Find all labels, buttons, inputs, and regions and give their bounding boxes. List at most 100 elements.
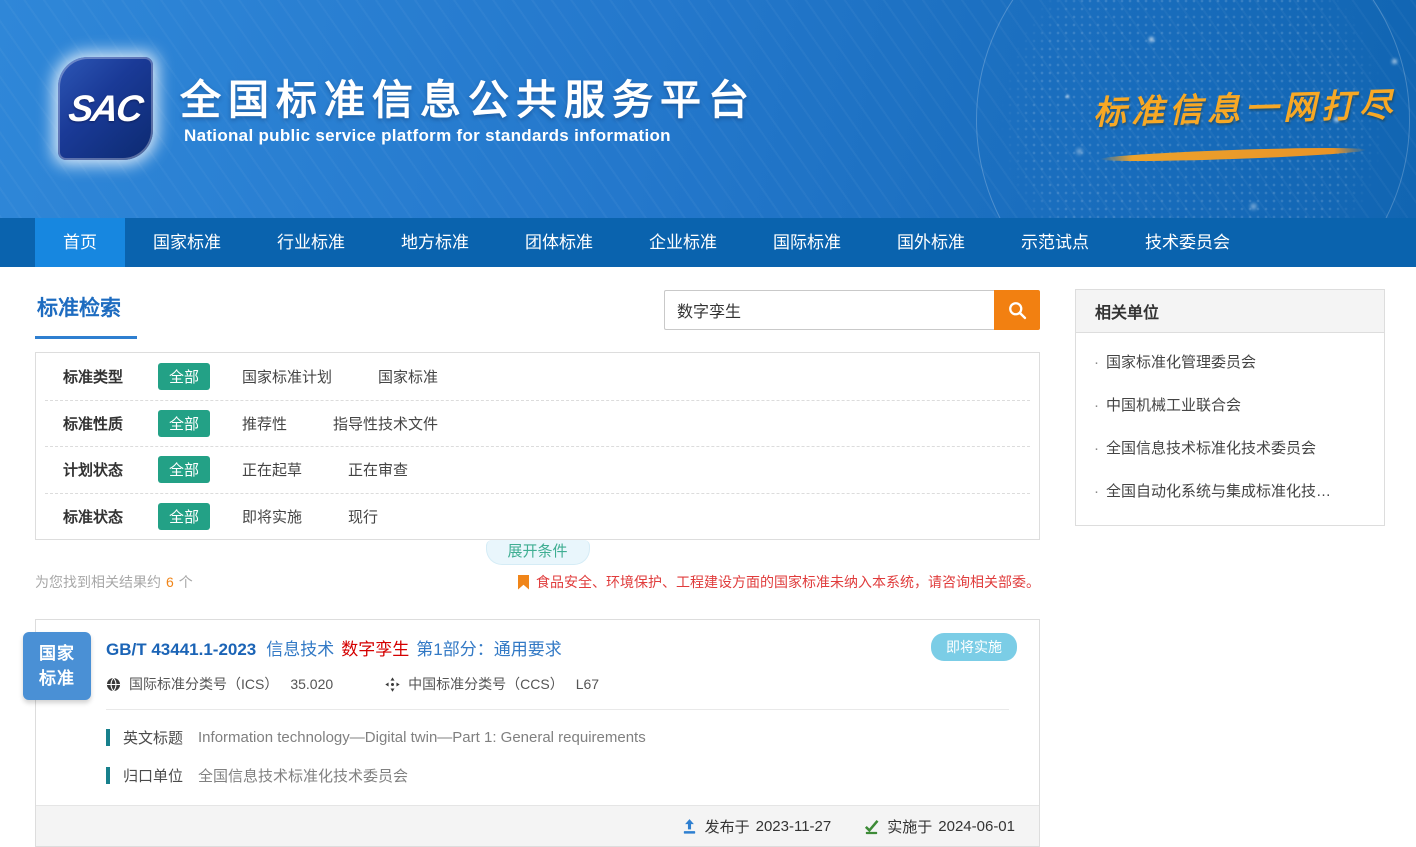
nav-item-technical-committees[interactable]: 技术委员会	[1117, 218, 1258, 267]
filter-label: 标准类型	[63, 366, 158, 387]
implemented-info: 实施于 2024-06-01	[863, 816, 1015, 837]
filter-panel: 标准类型 全部 国家标准计划 国家标准 标准性质 全部 推荐性 指导性技术文件 …	[35, 352, 1040, 540]
banner-decoration-dots	[0, 0, 3, 3]
result-count-suffix: 个	[179, 574, 193, 590]
nav-item-industry-standards[interactable]: 行业标准	[249, 218, 373, 267]
search-icon	[1007, 300, 1028, 321]
filter-label: 标准状态	[63, 506, 158, 527]
filter-row-plan-status: 计划状态 全部 正在起草 正在审查	[45, 446, 1030, 493]
sac-logo[interactable]: SAC	[58, 57, 153, 160]
filter-option[interactable]: 国家标准计划	[242, 366, 332, 387]
filter-row-standard-status: 标准状态 全部 即将实施 现行	[45, 493, 1030, 540]
detail-bar	[106, 729, 110, 746]
filter-option[interactable]: 正在审查	[348, 459, 408, 480]
implement-check-icon	[863, 818, 880, 835]
nav-item-enterprise-standards[interactable]: 企业标准	[621, 218, 745, 267]
filter-label: 计划状态	[63, 459, 158, 480]
filter-option[interactable]: 国家标准	[378, 366, 438, 387]
result-count-number: 6	[166, 574, 174, 590]
search-box	[664, 290, 1040, 330]
result-count: 为您找到相关结果约 6个	[35, 572, 193, 592]
nav-item-foreign-standards[interactable]: 国外标准	[869, 218, 993, 267]
implemented-date: 2024-06-01	[938, 818, 1015, 835]
filter-option[interactable]: 现行	[348, 506, 378, 527]
main-nav: 首页 国家标准 行业标准 地方标准 团体标准 企业标准 国际标准 国外标准 示范…	[0, 218, 1416, 267]
related-units-list: 国家标准化管理委员会 中国机械工业联合会 全国信息技术标准化技术委员会 全国自动…	[1076, 333, 1384, 525]
result-card-body: GB/T 43441.1-2023信息技术数字孪生第1部分：通用要求 即将实施 …	[36, 620, 1039, 786]
main-column: 标准检索 标准类型 全部 国家标准计划 国家标准	[35, 289, 1040, 847]
detail-bar	[106, 767, 110, 784]
related-unit-link[interactable]: 国家标准化管理委员会	[1094, 341, 1366, 384]
standard-code: GB/T 43441.1-2023	[106, 640, 256, 659]
sac-logo-text: SAC	[66, 88, 144, 130]
english-title-value: Information technology—Digital twin—Part…	[198, 729, 646, 746]
related-unit-link[interactable]: 全国自动化系统与集成标准化技…	[1094, 470, 1366, 513]
related-units-panel: 相关单位 国家标准化管理委员会 中国机械工业联合会 全国信息技术标准化技术委员会…	[1075, 289, 1385, 526]
filter-label: 标准性质	[63, 413, 158, 434]
result-card-footer: 发布于 2023-11-27 实施于 2024-06-01	[36, 805, 1039, 846]
result-count-prefix: 为您找到相关结果约	[35, 574, 161, 590]
detail-label: 归口单位	[123, 765, 183, 786]
system-notice-text: 食品安全、环境保护、工程建设方面的国家标准未纳入本系统，请咨询相关部委。	[536, 572, 1040, 592]
results-info-row: 为您找到相关结果约 6个 食品安全、环境保护、工程建设方面的国家标准未纳入本系统，…	[35, 572, 1040, 592]
filter-option-all[interactable]: 全部	[158, 410, 210, 437]
related-unit-link[interactable]: 全国信息技术标准化技术委员会	[1094, 427, 1366, 470]
detail-row-english-title: 英文标题 Information technology—Digital twin…	[106, 727, 1017, 748]
published-info: 发布于 2023-11-27	[681, 816, 832, 837]
nav-item-local-standards[interactable]: 地方标准	[373, 218, 497, 267]
sidebar: 相关单位 国家标准化管理委员会 中国机械工业联合会 全国信息技术标准化技术委员会…	[1075, 289, 1385, 526]
competent-unit-value: 全国信息技术标准化技术委员会	[198, 765, 408, 786]
filter-option-all[interactable]: 全部	[158, 363, 210, 390]
result-title-row: GB/T 43441.1-2023 信息技术数字孪生第1部分：通用要求 即将实施	[106, 633, 1017, 661]
filter-section: 标准类型 全部 国家标准计划 国家标准 标准性质 全部 推荐性 指导性技术文件 …	[35, 352, 1040, 540]
publish-upload-icon	[681, 818, 698, 835]
system-notice: 食品安全、环境保护、工程建设方面的国家标准未纳入本系统，请咨询相关部委。	[518, 572, 1040, 592]
compass-icon	[385, 677, 400, 692]
ics-label: 国际标准分类号（ICS）	[129, 674, 278, 694]
nav-item-national-standards[interactable]: 国家标准	[125, 218, 249, 267]
platform-title: 全国标准信息公共服务平台	[180, 66, 756, 126]
standard-title-link[interactable]: GB/T 43441.1-2023 信息技术数字孪生第1部分：通用要求	[106, 633, 562, 660]
bookmark-icon	[518, 575, 529, 590]
platform-subtitle: National public service platform for sta…	[184, 126, 671, 146]
standard-type-badge: 国家 标准	[23, 632, 91, 700]
globe-icon	[106, 677, 121, 692]
filter-option[interactable]: 正在起草	[242, 459, 302, 480]
filter-option[interactable]: 即将实施	[242, 506, 302, 527]
detail-label: 英文标题	[123, 727, 183, 748]
implemented-label: 实施于	[887, 816, 932, 837]
banner-slogan: 标准信息一网打尽	[1092, 78, 1397, 134]
related-units-title: 相关单位	[1076, 290, 1384, 333]
filter-option-all[interactable]: 全部	[158, 456, 210, 483]
published-date: 2023-11-27	[756, 818, 832, 835]
filter-option[interactable]: 指导性技术文件	[333, 413, 438, 434]
search-section: 标准检索	[35, 289, 1040, 339]
standard-type-badge-line1: 国家	[39, 641, 75, 667]
published-label: 发布于	[705, 816, 750, 837]
expand-conditions-button[interactable]: 展开条件	[485, 540, 589, 565]
classification-row: 国际标准分类号（ICS） 35.020 中国标准分类号（CCS） L67	[106, 674, 1017, 694]
related-unit-link[interactable]: 中国机械工业联合会	[1094, 384, 1366, 427]
standard-type-badge-line2: 标准	[39, 666, 75, 692]
search-input[interactable]	[664, 290, 994, 330]
page-content: 标准检索 标准类型 全部 国家标准计划 国家标准	[0, 267, 1416, 847]
nav-item-home[interactable]: 首页	[35, 218, 125, 267]
standard-title-highlight: 数字孪生	[341, 640, 409, 659]
nav-item-pilot-programs[interactable]: 示范试点	[993, 218, 1117, 267]
filter-option-all[interactable]: 全部	[158, 503, 210, 530]
card-divider	[106, 709, 1009, 710]
standard-title-part2: 第1部分：通用要求	[416, 640, 561, 659]
nav-item-group-standards[interactable]: 团体标准	[497, 218, 621, 267]
ics-value: 35.020	[290, 676, 333, 692]
result-card: 国家 标准 GB/T 43441.1-2023 信息技术数字孪生第1部分：通用要求…	[35, 619, 1040, 847]
standard-title-part1: 信息技术	[266, 640, 334, 659]
filter-row-standard-type: 标准类型 全部 国家标准计划 国家标准	[45, 353, 1030, 400]
nav-item-international-standards[interactable]: 国际标准	[745, 218, 869, 267]
search-button[interactable]	[994, 290, 1040, 330]
detail-row-competent-unit: 归口单位 全国信息技术标准化技术委员会	[106, 765, 1017, 786]
filter-row-standard-nature: 标准性质 全部 推荐性 指导性技术文件	[45, 400, 1030, 447]
ccs-label: 中国标准分类号（CCS）	[408, 674, 564, 694]
status-badge: 即将实施	[931, 633, 1017, 661]
filter-option[interactable]: 推荐性	[242, 413, 287, 434]
section-title-standard-search: 标准检索	[35, 289, 137, 339]
